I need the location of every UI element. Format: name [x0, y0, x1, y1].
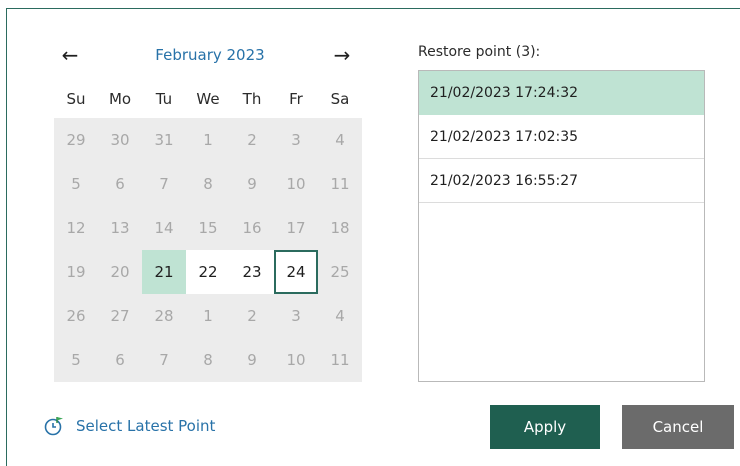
calendar-day: 20 — [110, 263, 130, 281]
apply-button[interactable]: Apply — [490, 405, 600, 449]
calendar-day: 2 — [247, 131, 257, 149]
weekday-label: We — [196, 90, 220, 108]
weekday-label: Mo — [108, 90, 132, 108]
calendar-day: 7 — [159, 175, 169, 193]
calendar-day: 28 — [154, 307, 174, 325]
calendar-day: 3 — [291, 131, 301, 149]
calendar-day: 5 — [71, 351, 81, 369]
weekday-label: Sa — [330, 90, 350, 108]
calendar-day: 18 — [330, 219, 350, 237]
restore-point-list: 21/02/2023 17:24:32 21/02/2023 17:02:35 21… — [418, 70, 705, 382]
calendar-day: 14 — [154, 219, 174, 237]
restore-point-label: Restore point (3): — [418, 44, 541, 60]
calendar-day: 9 — [247, 351, 257, 369]
calendar-day: 10 — [286, 351, 306, 369]
calendar-day: 11 — [330, 175, 350, 193]
weekday-header: Su Mo Tu We Th Fr Sa — [54, 84, 362, 114]
calendar-day-available[interactable]: 24 — [274, 250, 318, 294]
calendar-day: 29 — [66, 131, 86, 149]
restore-point-item[interactable]: 21/02/2023 16:55:27 — [419, 159, 704, 203]
calendar-day: 5 — [71, 175, 81, 193]
weekday-label: Su — [66, 90, 86, 108]
calendar-day: 7 — [159, 351, 169, 369]
calendar-day: 3 — [291, 307, 301, 325]
select-latest-point-label: Select Latest Point — [76, 417, 216, 435]
calendar-day: 6 — [115, 351, 125, 369]
calendar-day: 8 — [203, 351, 213, 369]
weekday-label: Fr — [289, 90, 303, 108]
calendar-day: 12 — [66, 219, 86, 237]
calendar-day: 31 — [154, 131, 174, 149]
calendar-day: 11 — [330, 351, 350, 369]
calendar-day: 4 — [335, 307, 345, 325]
calendar-day: 10 — [286, 175, 306, 193]
calendar-day-available[interactable]: 21 — [142, 250, 186, 294]
restore-point-item[interactable]: 21/02/2023 17:02:35 — [419, 115, 704, 159]
calendar-grid: 29 30 31 1 2 3 4 5 6 7 8 9 10 11 12 13 14 15 16 17 18 19 20 21 2… — [54, 118, 362, 382]
calendar-day: 26 — [66, 307, 86, 325]
calendar-day: 1 — [203, 307, 213, 325]
restore-point-item[interactable]: 21/02/2023 17:24:32 — [419, 71, 704, 115]
clock-flag-icon — [44, 417, 63, 436]
weekday-label: Tu — [155, 90, 173, 108]
next-month-arrow-icon[interactable]: → — [328, 40, 356, 70]
calendar-day-available[interactable]: 22 — [186, 250, 230, 294]
calendar-day: 16 — [242, 219, 262, 237]
calendar-day: 8 — [203, 175, 213, 193]
calendar-day: 19 — [66, 263, 86, 281]
month-title[interactable]: February 2023 — [110, 40, 310, 70]
calendar-day: 2 — [247, 307, 257, 325]
calendar-day: 13 — [110, 219, 130, 237]
calendar-day: 25 — [330, 263, 350, 281]
calendar-day: 17 — [286, 219, 306, 237]
prev-month-arrow-icon[interactable]: ← — [56, 40, 84, 70]
calendar-day: 27 — [110, 307, 130, 325]
cancel-button[interactable]: Cancel — [622, 405, 734, 449]
weekday-label: Th — [242, 90, 262, 108]
calendar-day: 9 — [247, 175, 257, 193]
calendar-day: 30 — [110, 131, 130, 149]
calendar-day: 15 — [198, 219, 218, 237]
calendar-day: 1 — [203, 131, 213, 149]
calendar-day-available[interactable]: 23 — [230, 250, 274, 294]
calendar-day: 4 — [335, 131, 345, 149]
calendar-day: 6 — [115, 175, 125, 193]
select-latest-point-link[interactable]: Select Latest Point — [44, 415, 215, 437]
